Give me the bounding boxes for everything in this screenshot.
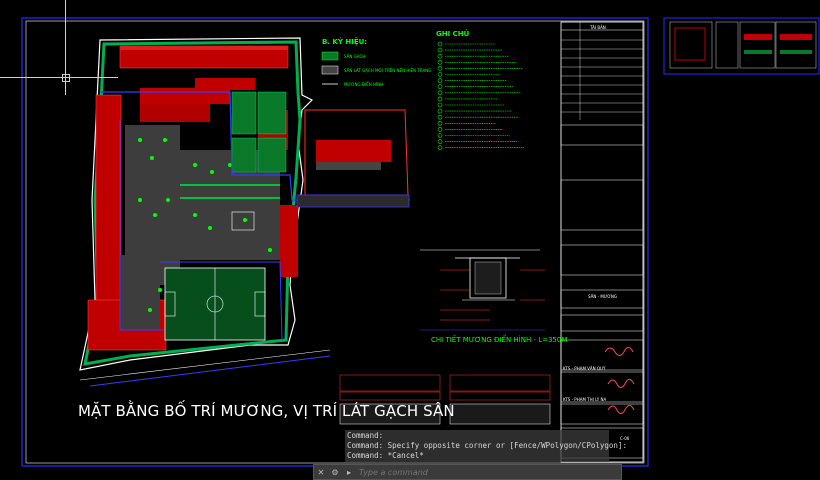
- command-line: ✕ ⚙ ▸: [313, 464, 622, 480]
- close-icon[interactable]: ✕: [314, 466, 328, 478]
- note-bullet: [437, 84, 443, 89]
- cursor-pickbox: [62, 74, 70, 82]
- note-bullet: [437, 96, 443, 102]
- revision-header: TÁI BẢN: [590, 25, 606, 30]
- command-history-line: Command: *Cancel*: [347, 451, 424, 460]
- command-history: Command: Command: Specify opposite corne…: [345, 430, 627, 462]
- note-bullet: [437, 127, 443, 132]
- command-input[interactable]: [356, 466, 621, 478]
- note-bullet: [437, 41, 443, 47]
- note-bullet: [437, 66, 443, 71]
- note-bullet: [437, 121, 443, 126]
- note-bullet: [437, 114, 443, 120]
- note-bullet: [437, 72, 443, 77]
- command-history-line: Command: Specify opposite corner or [Fen…: [347, 441, 627, 450]
- note-bullet: [437, 133, 443, 138]
- note-bullet: [437, 78, 443, 83]
- legend-item: MƯƠNG ĐIỂN HÌNH: [344, 82, 384, 87]
- layout-viewport-thumbnail[interactable]: [662, 17, 820, 74]
- designer-label: KTS - PHẠM VĂN QUÝ: [563, 366, 606, 371]
- command-prompt-icon[interactable]: ▸: [342, 466, 356, 478]
- legend-item: SÂN LÁT GẠCH MỚI TRÊN NỀN HIỆN TRẠNG: [344, 68, 432, 73]
- drawing-title: MẶT BẰNG BỐ TRÍ MƯƠNG, VỊ TRÍ LÁT GẠCH S…: [78, 402, 455, 420]
- command-history-line: Command:: [347, 431, 384, 440]
- drawing-canvas[interactable]: B. KÝ HIỆU: SÂN GẠCH SÂN LÁT GẠCH MỚI TR…: [0, 0, 820, 480]
- note-bullet: [437, 53, 443, 59]
- notes-title: GHI CHÚ: [436, 30, 470, 38]
- note-bullet: [437, 90, 443, 96]
- cursor-crosshair-horizontal: [0, 77, 118, 78]
- note-bullet: [437, 145, 443, 150]
- note-bullet: [437, 139, 443, 144]
- note-bullet: [437, 102, 443, 108]
- checker-label: KTS - PHẠM THỊ LY NA: [563, 397, 607, 402]
- note-bullet: [437, 59, 443, 65]
- section-label: SÂN - MƯƠNG: [588, 294, 617, 299]
- channel-detail-title: CHI TIẾT MƯƠNG ĐIỂN HÌNH - L=350M: [431, 336, 568, 344]
- note-bullet: [437, 47, 443, 53]
- note-bullet: [437, 108, 443, 114]
- legend-title: B. KÝ HIỆU:: [322, 38, 368, 46]
- legend-item: SÂN GẠCH: [344, 54, 366, 59]
- wrench-icon[interactable]: ⚙: [328, 466, 342, 478]
